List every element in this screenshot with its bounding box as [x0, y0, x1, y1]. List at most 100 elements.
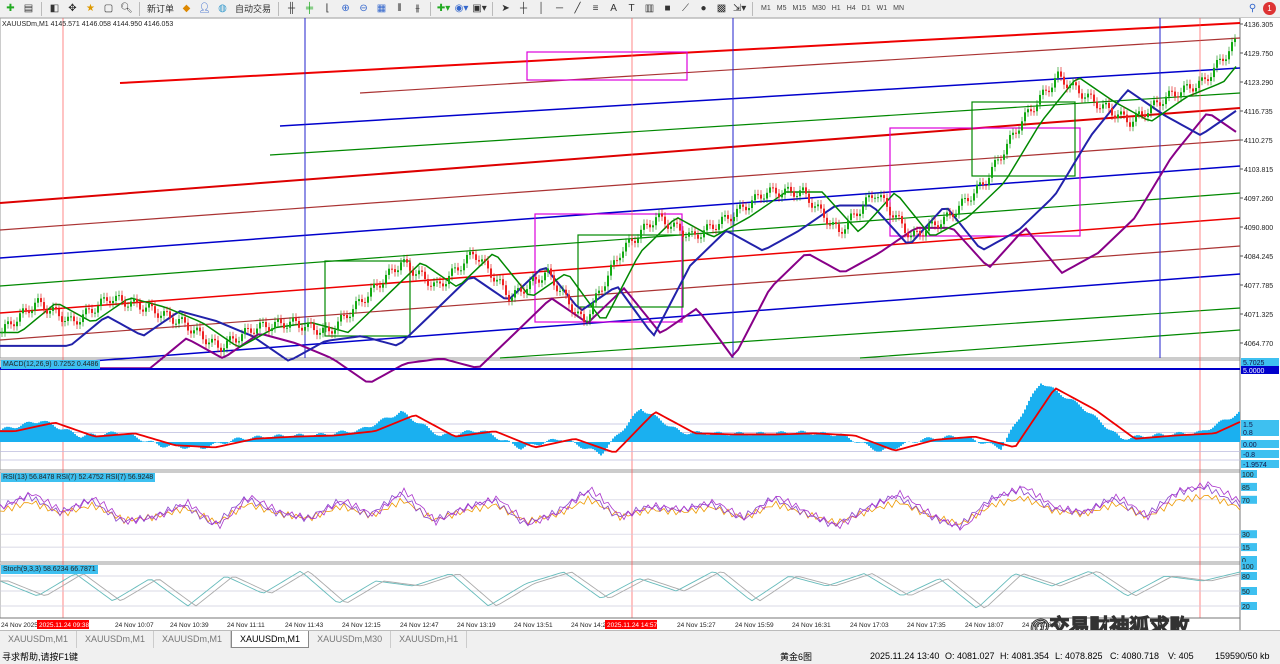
chart-window[interactable]: 4136.305 4129.750 4123.290 4116.735 4110.275… — [0, 17, 1280, 630]
candle — [1213, 67, 1215, 78]
ellipse-icon[interactable]: ● — [696, 1, 711, 16]
candle — [859, 213, 861, 217]
candle — [601, 290, 603, 292]
data-window-icon[interactable]: ✥ — [65, 1, 80, 16]
auto-trading-button[interactable]: 自动交易 — [233, 1, 273, 16]
text-label-icon[interactable]: T — [624, 1, 639, 16]
candle — [1063, 76, 1065, 85]
timeframe-h4[interactable]: H4 — [844, 5, 859, 12]
candle — [967, 198, 969, 202]
channel-icon[interactable]: ≡ — [588, 1, 603, 16]
pattern-icon[interactable]: ▩ — [714, 1, 729, 16]
candle — [1204, 77, 1206, 80]
cursor-icon[interactable]: ➤ — [498, 1, 513, 16]
macd-histogram-bar — [898, 442, 900, 448]
arrows-icon[interactable]: ⇲▾ — [732, 1, 747, 16]
candle — [670, 226, 672, 229]
tester-icon[interactable]: 🔍︎ — [119, 1, 134, 16]
candle — [568, 294, 570, 305]
community-icon[interactable]: 👤︎ — [197, 1, 212, 16]
horizontal-line-icon[interactable]: ─ — [552, 1, 567, 16]
stoch-tick-label: 100 — [1242, 564, 1254, 571]
rectangle-icon[interactable]: ■ — [660, 1, 675, 16]
profile-name[interactable]: 黄金6图 — [780, 650, 812, 663]
timeframe-m1[interactable]: M1 — [758, 5, 774, 12]
chart-shift-icon[interactable]: ⫵ — [410, 1, 425, 16]
timeframe-m15[interactable]: M15 — [790, 5, 810, 12]
autoscroll-icon[interactable]: ⫴ — [392, 1, 407, 16]
new-chart-icon[interactable]: ✚ — [3, 1, 18, 16]
candle — [331, 331, 333, 334]
macd-histogram-bar — [1078, 404, 1080, 442]
timeframe-mn[interactable]: MN — [890, 5, 907, 12]
macd-histogram-bar — [216, 442, 218, 443]
globe-icon[interactable]: ◍ — [215, 1, 230, 16]
macd-histogram-bar — [880, 442, 882, 452]
market-watch-icon[interactable]: ◧ — [47, 1, 62, 16]
macd-histogram-bar — [468, 430, 470, 442]
macd-histogram-bar — [130, 433, 132, 442]
zoom-out-icon[interactable]: ⊖ — [356, 1, 371, 16]
notification-badge[interactable]: 1 — [1263, 2, 1276, 15]
candle — [1150, 105, 1152, 114]
chart-canvas[interactable]: 4136.305 4129.750 4123.290 4116.735 4110.275… — [0, 17, 1280, 630]
chart-tab[interactable]: XAUUSDm,H1 — [391, 631, 468, 648]
chart-tab[interactable]: XAUUSDm,M1 — [154, 631, 232, 648]
metaeditor-icon[interactable]: ◆ — [179, 1, 194, 16]
chart-tab[interactable]: XAUUSDm,M1 — [231, 631, 310, 648]
macd-histogram-bar — [546, 440, 548, 442]
terminal-icon[interactable]: ▢ — [101, 1, 116, 16]
candle — [988, 177, 990, 186]
macd-histogram-bar — [1114, 431, 1116, 442]
search-icon[interactable]: ⚲ — [1245, 1, 1260, 16]
macd-histogram-bar — [1190, 434, 1192, 442]
macd-histogram-bar — [306, 436, 308, 442]
timeframe-w1[interactable]: W1 — [874, 5, 891, 12]
periods-icon[interactable]: ◉▾ — [454, 1, 469, 16]
macd-histogram-bar — [232, 439, 234, 442]
zoom-in-icon[interactable]: ⊕ — [338, 1, 353, 16]
chart-tab[interactable]: XAUUSDm,M1 — [0, 631, 78, 648]
candle — [571, 304, 573, 313]
macd-histogram-bar — [984, 442, 986, 444]
candle — [1060, 71, 1062, 77]
macd-histogram-bar — [156, 442, 158, 444]
timeframe-h1[interactable]: H1 — [829, 5, 844, 12]
timeframe-m5[interactable]: M5 — [774, 5, 790, 12]
macd-histogram-bar — [1238, 411, 1240, 442]
timeframe-m30[interactable]: M30 — [809, 5, 829, 12]
candle — [1141, 111, 1143, 115]
stoch-line — [0, 570, 1241, 609]
new-order-button[interactable]: 新订单 — [145, 1, 176, 16]
candlestick-icon[interactable]: ╪ — [302, 1, 317, 16]
indicators-icon[interactable]: ✚▾ — [436, 1, 451, 16]
macd-histogram-bar — [1124, 439, 1126, 442]
bar-chart-icon[interactable]: ╫ — [284, 1, 299, 16]
fibo-icon[interactable]: ▥ — [642, 1, 657, 16]
text-icon[interactable]: A — [606, 1, 621, 16]
chart-tab[interactable]: XAUUSDm,M1 — [77, 631, 155, 648]
trendline-icon[interactable]: ╱ — [570, 1, 585, 16]
macd-histogram-bar — [532, 442, 534, 445]
candle — [700, 237, 702, 239]
candle — [685, 236, 687, 238]
candle — [772, 187, 774, 189]
tile-windows-icon[interactable]: ▦ — [374, 1, 389, 16]
line-chart-icon[interactable]: ⌊ — [320, 1, 335, 16]
macd-histogram-bar — [342, 430, 344, 442]
macd-histogram-bar — [488, 431, 490, 442]
gann-icon[interactable]: ⟋ — [678, 1, 693, 16]
vertical-line-icon[interactable]: │ — [534, 1, 549, 16]
candle — [631, 238, 633, 241]
macd-histogram-bar — [688, 434, 690, 442]
macd-histogram-bar — [498, 439, 500, 442]
crosshair-icon[interactable]: ┼ — [516, 1, 531, 16]
profiles-icon[interactable]: ▤ — [21, 1, 36, 16]
chart-tab[interactable]: XAUUSDm,M30 — [309, 631, 392, 648]
candle — [904, 223, 906, 233]
timeframe-d1[interactable]: D1 — [859, 5, 874, 12]
candle — [340, 314, 342, 322]
macd-histogram-bar — [1100, 422, 1102, 442]
templates-icon[interactable]: ▣▾ — [472, 1, 487, 16]
navigator-icon[interactable]: ★ — [83, 1, 98, 16]
